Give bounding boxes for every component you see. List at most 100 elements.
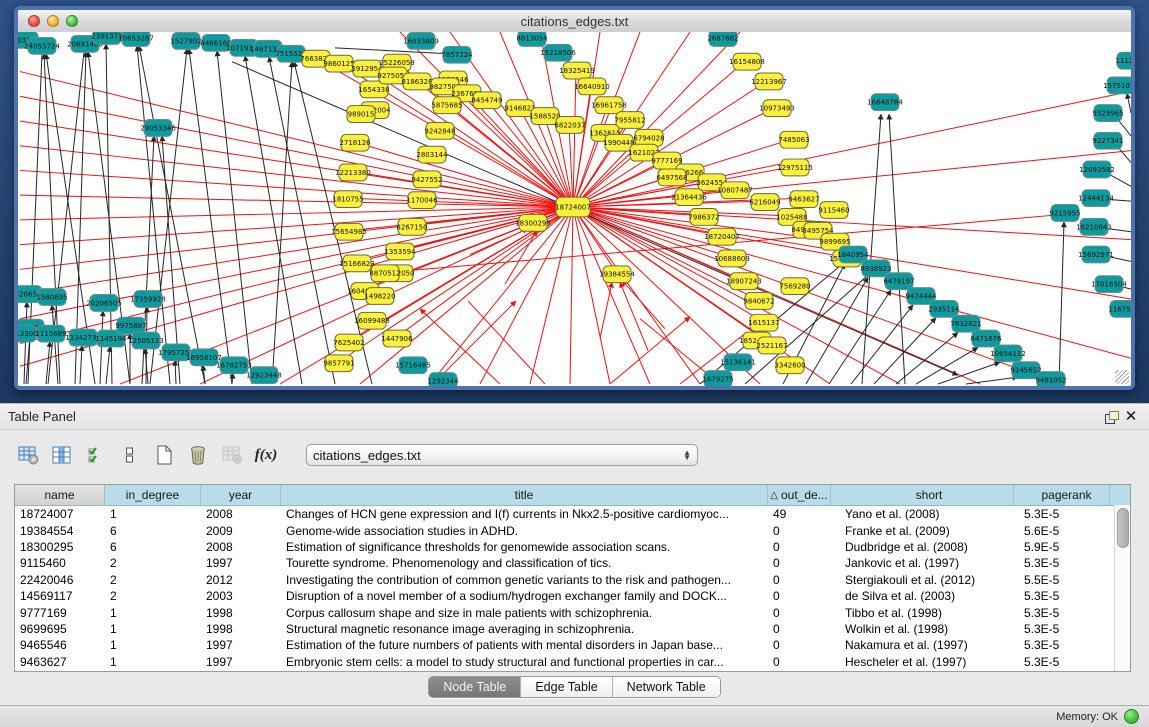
cell-pagerank[interactable]: 5.9E-5: [1014, 540, 1110, 554]
graph-node[interactable]: 21364436: [671, 189, 707, 206]
graph-node[interactable]: 12975115: [777, 159, 813, 176]
cell-short[interactable]: Stergiakouli et al. (2012): [831, 573, 1014, 587]
cell-year[interactable]: 2008: [201, 540, 281, 554]
cell-year[interactable]: 1997: [201, 638, 281, 652]
graph-node[interactable]: 9427552: [411, 171, 442, 188]
cell-short[interactable]: Jankovic et al. (1997): [831, 556, 1014, 570]
graph-node[interactable]: 7955812: [614, 112, 645, 129]
table-row[interactable]: 1830029562008Estimation of significance …: [15, 539, 1130, 555]
cell-year[interactable]: 1997: [201, 556, 281, 570]
graph-node[interactable]: 1615137: [748, 314, 779, 331]
cell-year[interactable]: 2012: [201, 573, 281, 587]
cell-name[interactable]: 9465546: [15, 638, 105, 652]
graph-node[interactable]: 3342600: [774, 357, 805, 374]
graph-node[interactable]: 7857224: [441, 46, 473, 63]
graph-node[interactable]: 1580695: [36, 289, 67, 306]
column-header-short[interactable]: short: [831, 485, 1014, 505]
graph-node[interactable]: 16648784: [867, 94, 903, 111]
graph-node[interactable]: 10688609: [714, 250, 750, 267]
cell-out_degree[interactable]: 0: [768, 589, 831, 603]
cell-out_degree[interactable]: 0: [768, 655, 831, 669]
delete-table-button[interactable]: [220, 444, 244, 466]
tab-edge-table[interactable]: Edge Table: [521, 677, 612, 697]
citation-edge[interactable]: [269, 57, 335, 384]
graph-node[interactable]: 16640910: [574, 78, 610, 95]
table-row[interactable]: 946554611997Estimation of the future num…: [15, 637, 1130, 653]
graph-node[interactable]: 9840672: [743, 293, 774, 310]
citation-edge-selected[interactable]: [600, 282, 612, 338]
citation-edge[interactable]: [916, 347, 978, 384]
citation-edge[interactable]: [896, 333, 958, 384]
table-row[interactable]: 1938455462009Genome-wide association stu…: [15, 522, 1130, 538]
cell-short[interactable]: Tibbo et al. (1998): [831, 606, 1014, 620]
cell-pagerank[interactable]: 5.3E-5: [1014, 556, 1110, 570]
cell-name[interactable]: 9463627: [15, 655, 105, 669]
cell-title[interactable]: Changes of HCN gene expression and I(f) …: [281, 507, 768, 521]
graph-node[interactable]: 8471676: [970, 330, 1001, 347]
graph-node[interactable]: 12213380: [335, 164, 371, 181]
graph-node[interactable]: 7485063: [778, 131, 809, 148]
float-panel-button[interactable]: [1101, 408, 1121, 426]
graph-node[interactable]: 15751074: [1103, 77, 1131, 94]
cell-out_degree[interactable]: 0: [768, 524, 831, 538]
close-panel-button[interactable]: ✕: [1121, 408, 1141, 426]
cell-title[interactable]: Embryonic stem cells: a model to study s…: [281, 655, 768, 669]
graph-node[interactable]: 2521167: [756, 337, 787, 354]
cell-title[interactable]: Disruption of a novel member of a sodium…: [281, 589, 768, 603]
table-vertical-scrollbar[interactable]: [1114, 505, 1130, 671]
cell-name[interactable]: 9115460: [15, 556, 105, 570]
graph-node[interactable]: 1170046: [406, 192, 437, 209]
graph-node[interactable]: 16154808: [729, 53, 765, 70]
select-columns-button[interactable]: [50, 444, 74, 466]
new-table-button[interactable]: [152, 444, 176, 466]
column-header-title[interactable]: title: [281, 485, 768, 505]
table-row[interactable]: 911546021997Tourette syndrome. Phenomeno…: [15, 555, 1130, 571]
graph-node[interactable]: 9975887: [115, 317, 146, 334]
graph-node[interactable]: 1447906: [381, 330, 412, 347]
graph-node[interactable]: 6822037: [554, 117, 585, 134]
table-settings-button[interactable]: [16, 444, 40, 466]
citation-edge[interactable]: [851, 305, 913, 384]
graph-node[interactable]: 9115460: [818, 202, 849, 219]
graph-node[interactable]: 24055724: [24, 37, 60, 54]
citation-edge[interactable]: [272, 62, 292, 384]
graph-node[interactable]: 6794028: [633, 129, 664, 146]
graph-node[interactable]: 10654112: [990, 345, 1026, 362]
column-header-pagerank[interactable]: pagerank: [1014, 485, 1110, 505]
citation-edge[interactable]: [245, 56, 302, 384]
cell-short[interactable]: Dudbridge et al. (2008): [831, 540, 1014, 554]
table-row[interactable]: 2242004622012Investigating the contribut…: [15, 572, 1130, 588]
cell-name[interactable]: 18300295: [15, 540, 105, 554]
citation-edge[interactable]: [806, 277, 868, 384]
graph-node[interactable]: 6216049: [749, 194, 780, 211]
graph-node[interactable]: 17016504: [1091, 276, 1127, 293]
citation-edge[interactable]: [175, 360, 176, 384]
cell-title[interactable]: Tourette syndrome. Phenomenology and cla…: [281, 556, 768, 570]
cell-title[interactable]: Estimation of significance thresholds fo…: [281, 540, 768, 554]
graph-node[interactable]: 12505123: [128, 332, 164, 349]
graph-node[interactable]: 16033809: [403, 32, 439, 49]
graph-node[interactable]: 1353594: [384, 243, 416, 260]
cell-short[interactable]: Hescheler et al. (1997): [831, 655, 1014, 669]
graph-node[interactable]: 9857791: [323, 355, 354, 372]
cell-pagerank[interactable]: 5.3E-5: [1014, 507, 1110, 521]
graph-node[interactable]: 1292344: [427, 373, 459, 386]
table-row[interactable]: 969969511998Structural magnetic resonanc…: [15, 621, 1130, 637]
graph-node[interactable]: 1498220: [364, 288, 395, 305]
cell-year[interactable]: 2009: [201, 524, 281, 538]
cell-in_degree[interactable]: 2: [105, 573, 201, 587]
function-builder-button[interactable]: f(x): [254, 444, 278, 466]
graph-node[interactable]: 7625402: [333, 334, 364, 351]
graph-node[interactable]: 15654985: [331, 223, 367, 240]
table-row[interactable]: 1456911722003Disruption of a novel membe…: [15, 588, 1130, 604]
graph-node[interactable]: 18907243: [726, 273, 762, 290]
citation-edge-selected[interactable]: [573, 207, 700, 384]
graph-node[interactable]: 20206505: [86, 295, 122, 312]
graph-node[interactable]: 1167530: [1108, 300, 1131, 317]
graph-node[interactable]: 7569280: [779, 278, 810, 295]
citation-edge[interactable]: [829, 290, 891, 384]
citation-edge[interactable]: [966, 377, 1018, 384]
cell-pagerank[interactable]: 5.3E-5: [1014, 622, 1110, 636]
graph-node[interactable]: 8813054: [516, 32, 548, 46]
cell-out_degree[interactable]: 0: [768, 556, 831, 570]
